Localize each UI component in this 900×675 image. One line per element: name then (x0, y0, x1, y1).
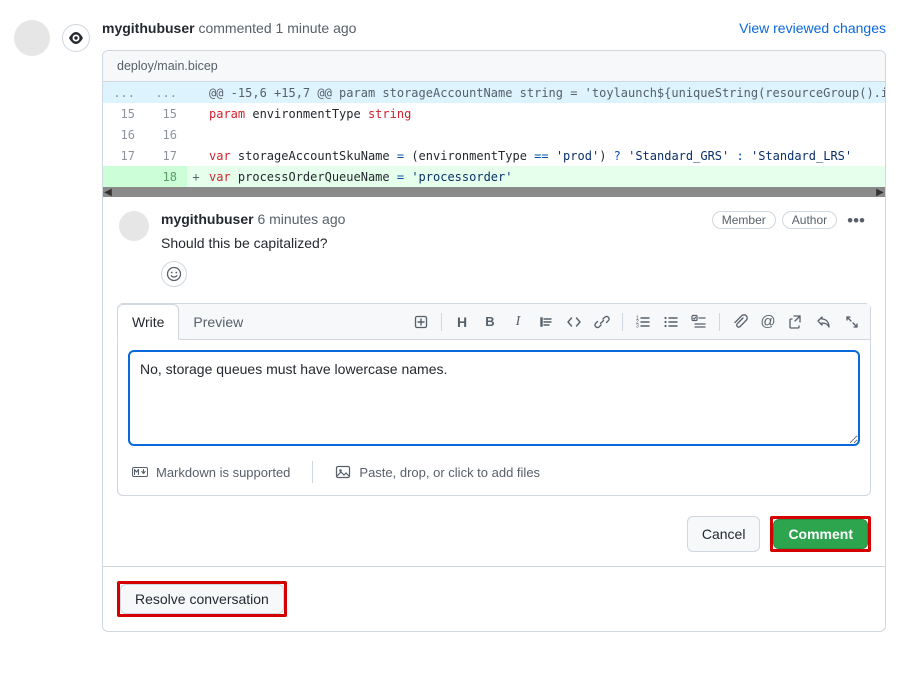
scroll-right-icon[interactable]: ▶ (875, 187, 885, 197)
diff-row: 18+var processOrderQueueName = 'processo… (103, 166, 885, 187)
cross-reference-icon[interactable] (788, 314, 804, 330)
files-hint[interactable]: Paste, drop, or click to add files (359, 465, 540, 480)
expand-icon[interactable] (844, 314, 860, 330)
cancel-button[interactable]: Cancel (687, 516, 761, 552)
image-icon (335, 464, 351, 480)
quote-icon[interactable] (538, 314, 554, 330)
review-badge (62, 24, 90, 52)
comment-input[interactable] (128, 350, 860, 446)
hunk-header: @@ -15,6 +15,7 @@ param storageAccountNa… (205, 82, 885, 103)
author-badge: Author (782, 211, 837, 229)
comment-meta: mygithubuser 6 minutes ago (161, 211, 345, 227)
diff-row: 1616 (103, 124, 885, 145)
markdown-hint[interactable]: Markdown is supported (156, 465, 290, 480)
diff-table: ... ... @@ -15,6 +15,7 @@ param storageA… (103, 82, 885, 187)
smiley-icon (166, 266, 182, 282)
markdown-icon (132, 464, 148, 480)
saved-replies-icon[interactable] (816, 314, 832, 330)
svg-text:3: 3 (636, 323, 639, 329)
diff-row: 1515param environmentType string (103, 103, 885, 124)
file-path: deploy/main.bicep (103, 51, 885, 82)
ordered-list-icon[interactable]: 123 (635, 314, 651, 330)
link-icon[interactable] (594, 314, 610, 330)
suggestion-icon[interactable] (413, 314, 429, 330)
horizontal-scrollbar[interactable]: ◀ ▶ (103, 187, 885, 197)
resolve-conversation-button[interactable]: Resolve conversation (120, 584, 284, 614)
mention-icon[interactable]: @ (760, 314, 776, 330)
comment-header: mygithubuser commented 1 minute ago (102, 20, 356, 36)
heading-icon[interactable]: H (454, 314, 470, 330)
reply-box: Write Preview H B I 123 (117, 303, 871, 496)
avatar[interactable] (119, 211, 149, 241)
code-icon[interactable] (566, 314, 582, 330)
comment-button[interactable]: Comment (773, 519, 868, 549)
attach-icon[interactable] (732, 314, 748, 330)
diff-row: 1717var storageAccountSkuName = (environ… (103, 145, 885, 166)
bold-icon[interactable]: B (482, 314, 498, 330)
avatar[interactable] (14, 20, 50, 56)
review-card: deploy/main.bicep ... ... @@ -15,6 +15,7… (102, 50, 886, 632)
eye-icon (68, 30, 84, 46)
task-list-icon[interactable] (691, 314, 707, 330)
comment-text: Should this be capitalized? (161, 235, 869, 251)
tab-write[interactable]: Write (117, 304, 179, 340)
add-reaction-button[interactable] (161, 261, 187, 287)
italic-icon[interactable]: I (510, 314, 526, 330)
more-actions-icon[interactable]: ••• (843, 212, 869, 229)
unordered-list-icon[interactable] (663, 314, 679, 330)
member-badge: Member (712, 211, 776, 229)
tab-preview[interactable]: Preview (179, 305, 257, 339)
view-reviewed-changes-link[interactable]: View reviewed changes (739, 20, 886, 36)
scroll-left-icon[interactable]: ◀ (103, 187, 113, 197)
